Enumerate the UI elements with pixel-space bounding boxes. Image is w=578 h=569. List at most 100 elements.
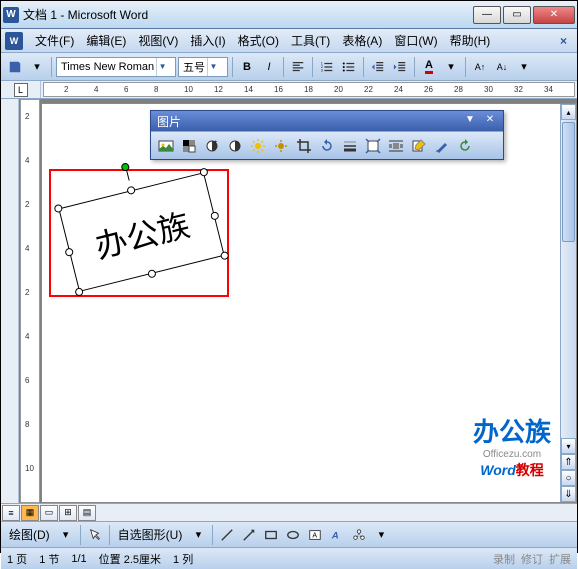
picture-toolbar-title: 图片 — [157, 113, 181, 130]
color-mode-button[interactable] — [178, 135, 200, 157]
ruler-label: 2 — [25, 200, 29, 209]
title-bar: W 文档 1 - Microsoft Word — ▭ ✕ — [1, 1, 577, 29]
ruler-label: 4 — [94, 85, 98, 94]
numbered-list-button[interactable]: 123 — [317, 57, 337, 77]
font-name-value: Times New Roman — [61, 61, 154, 73]
reset-picture-button[interactable] — [454, 135, 476, 157]
menu-tools[interactable]: 工具(T) — [285, 30, 336, 51]
set-transparent-color-button[interactable] — [431, 135, 453, 157]
svg-text:3: 3 — [321, 68, 323, 72]
resize-handle-e[interactable] — [210, 211, 220, 221]
vertical-ruler[interactable]: 2424246810 — [20, 99, 40, 503]
bulleted-list-button[interactable] — [339, 57, 359, 77]
vertical-scrollbar[interactable]: ▴ ▾ ⇑ ○ ⇓ — [560, 104, 576, 502]
next-page-button[interactable]: ⇓ — [561, 486, 576, 502]
scroll-thumb[interactable] — [562, 122, 575, 242]
draw-dropdown-icon[interactable]: ▾ — [56, 525, 76, 545]
toolbar-overflow-icon[interactable]: ▾ — [514, 57, 534, 77]
close-button[interactable]: ✕ — [533, 6, 575, 24]
toolbar-options-icon[interactable]: ▾ — [27, 57, 47, 77]
menu-window[interactable]: 窗口(W) — [388, 30, 443, 51]
ruler-label: 6 — [25, 376, 29, 385]
svg-text:+: + — [214, 140, 218, 146]
picture-toolbar[interactable]: 图片 ▼ ✕ + - — [150, 110, 504, 160]
document-page[interactable]: 图片 ▼ ✕ + - — [41, 103, 577, 503]
increase-indent-button[interactable] — [390, 57, 410, 77]
less-brightness-button[interactable] — [270, 135, 292, 157]
text-box-button[interactable]: A — [305, 525, 325, 545]
less-contrast-button[interactable]: - — [224, 135, 246, 157]
line-button[interactable] — [217, 525, 237, 545]
menu-file[interactable]: 文件(F) — [29, 30, 80, 51]
font-name-combo[interactable]: Times New Roman ▼ — [56, 57, 176, 77]
picture-toolbar-close-icon[interactable]: ✕ — [483, 114, 497, 128]
word-logo-icon[interactable]: W — [5, 32, 23, 50]
shrink-font-button[interactable]: A↓ — [492, 57, 512, 77]
menu-bar: W 文件(F) 编辑(E) 视图(V) 插入(I) 格式(O) 工具(T) 表格… — [1, 29, 577, 53]
crop-button[interactable] — [293, 135, 315, 157]
menu-edit[interactable]: 编辑(E) — [80, 30, 132, 51]
reading-view-button[interactable]: ▤ — [78, 505, 96, 521]
autoshapes-button[interactable]: 自选图形(U) — [114, 526, 187, 543]
minimize-button[interactable]: — — [473, 6, 501, 24]
compress-pictures-button[interactable] — [362, 135, 384, 157]
maximize-button[interactable]: ▭ — [503, 6, 531, 24]
decrease-indent-button[interactable] — [368, 57, 388, 77]
outline-view-button[interactable]: ⊞ — [59, 505, 77, 521]
insert-picture-button[interactable] — [155, 135, 177, 157]
select-objects-button[interactable] — [85, 525, 105, 545]
menu-close-icon[interactable]: × — [554, 34, 573, 48]
autoshapes-dropdown-icon[interactable]: ▾ — [188, 525, 208, 545]
font-size-combo[interactable]: 五号 ▼ — [178, 57, 228, 77]
menu-table[interactable]: 表格(A) — [336, 30, 388, 51]
more-brightness-button[interactable] — [247, 135, 269, 157]
menu-view[interactable]: 视图(V) — [132, 30, 184, 51]
resize-handle-se[interactable] — [220, 251, 230, 261]
menu-help[interactable]: 帮助(H) — [444, 30, 497, 51]
rotate-left-button[interactable] — [316, 135, 338, 157]
more-contrast-button[interactable]: + — [201, 135, 223, 157]
horizontal-ruler[interactable]: 246810121416182022242628303234 — [43, 82, 575, 97]
grow-font-button[interactable]: A↑ — [470, 57, 490, 77]
ruler-label: 2 — [25, 288, 29, 297]
arrow-button[interactable] — [239, 525, 259, 545]
main-area: 2424246810 图片 ▼ ✕ + - — [1, 99, 577, 503]
previous-page-button[interactable]: ⇑ — [561, 454, 576, 470]
rectangle-button[interactable] — [261, 525, 281, 545]
line-style-button[interactable] — [339, 135, 361, 157]
insert-diagram-button[interactable] — [349, 525, 369, 545]
resize-handle-ne[interactable] — [199, 167, 209, 177]
rotation-handle[interactable] — [120, 162, 130, 172]
text-wrapping-button[interactable] — [385, 135, 407, 157]
menu-format[interactable]: 格式(O) — [232, 30, 285, 51]
ruler-label: 24 — [394, 85, 403, 94]
font-size-dropdown-icon[interactable]: ▼ — [207, 58, 219, 76]
bold-button[interactable]: B — [237, 57, 257, 77]
selected-picture-object[interactable]: 办公族 — [57, 166, 227, 301]
insert-wordart-button[interactable]: A — [327, 525, 347, 545]
toolbar-overflow-icon[interactable]: ▾ — [371, 525, 391, 545]
scroll-down-button[interactable]: ▾ — [561, 438, 576, 454]
web-layout-view-button[interactable]: ▦ — [21, 505, 39, 521]
scroll-up-button[interactable]: ▴ — [561, 104, 576, 120]
ruler-label: 6 — [124, 85, 128, 94]
normal-view-button[interactable]: ≡ — [2, 505, 20, 521]
font-name-dropdown-icon[interactable]: ▼ — [156, 58, 168, 76]
ruler-label: 10 — [25, 464, 34, 473]
svg-text:-: - — [237, 140, 239, 146]
save-button[interactable] — [5, 57, 25, 77]
menu-insert[interactable]: 插入(I) — [184, 30, 231, 51]
align-left-button[interactable] — [288, 57, 308, 77]
format-picture-button[interactable] — [408, 135, 430, 157]
picture-toolbar-title-bar[interactable]: 图片 ▼ ✕ — [151, 111, 503, 131]
ruler-label: 20 — [334, 85, 343, 94]
font-color-button[interactable]: A — [419, 57, 439, 77]
picture-toolbar-options-icon[interactable]: ▼ — [463, 114, 477, 128]
browse-object-button[interactable]: ○ — [561, 470, 576, 486]
print-layout-view-button[interactable]: ▭ — [40, 505, 58, 521]
draw-menu-button[interactable]: 绘图(D) — [5, 526, 54, 543]
font-color-dropdown-icon[interactable]: ▾ — [441, 57, 461, 77]
oval-button[interactable] — [283, 525, 303, 545]
tab-selector[interactable]: L — [1, 81, 41, 98]
italic-button[interactable]: I — [259, 57, 279, 77]
